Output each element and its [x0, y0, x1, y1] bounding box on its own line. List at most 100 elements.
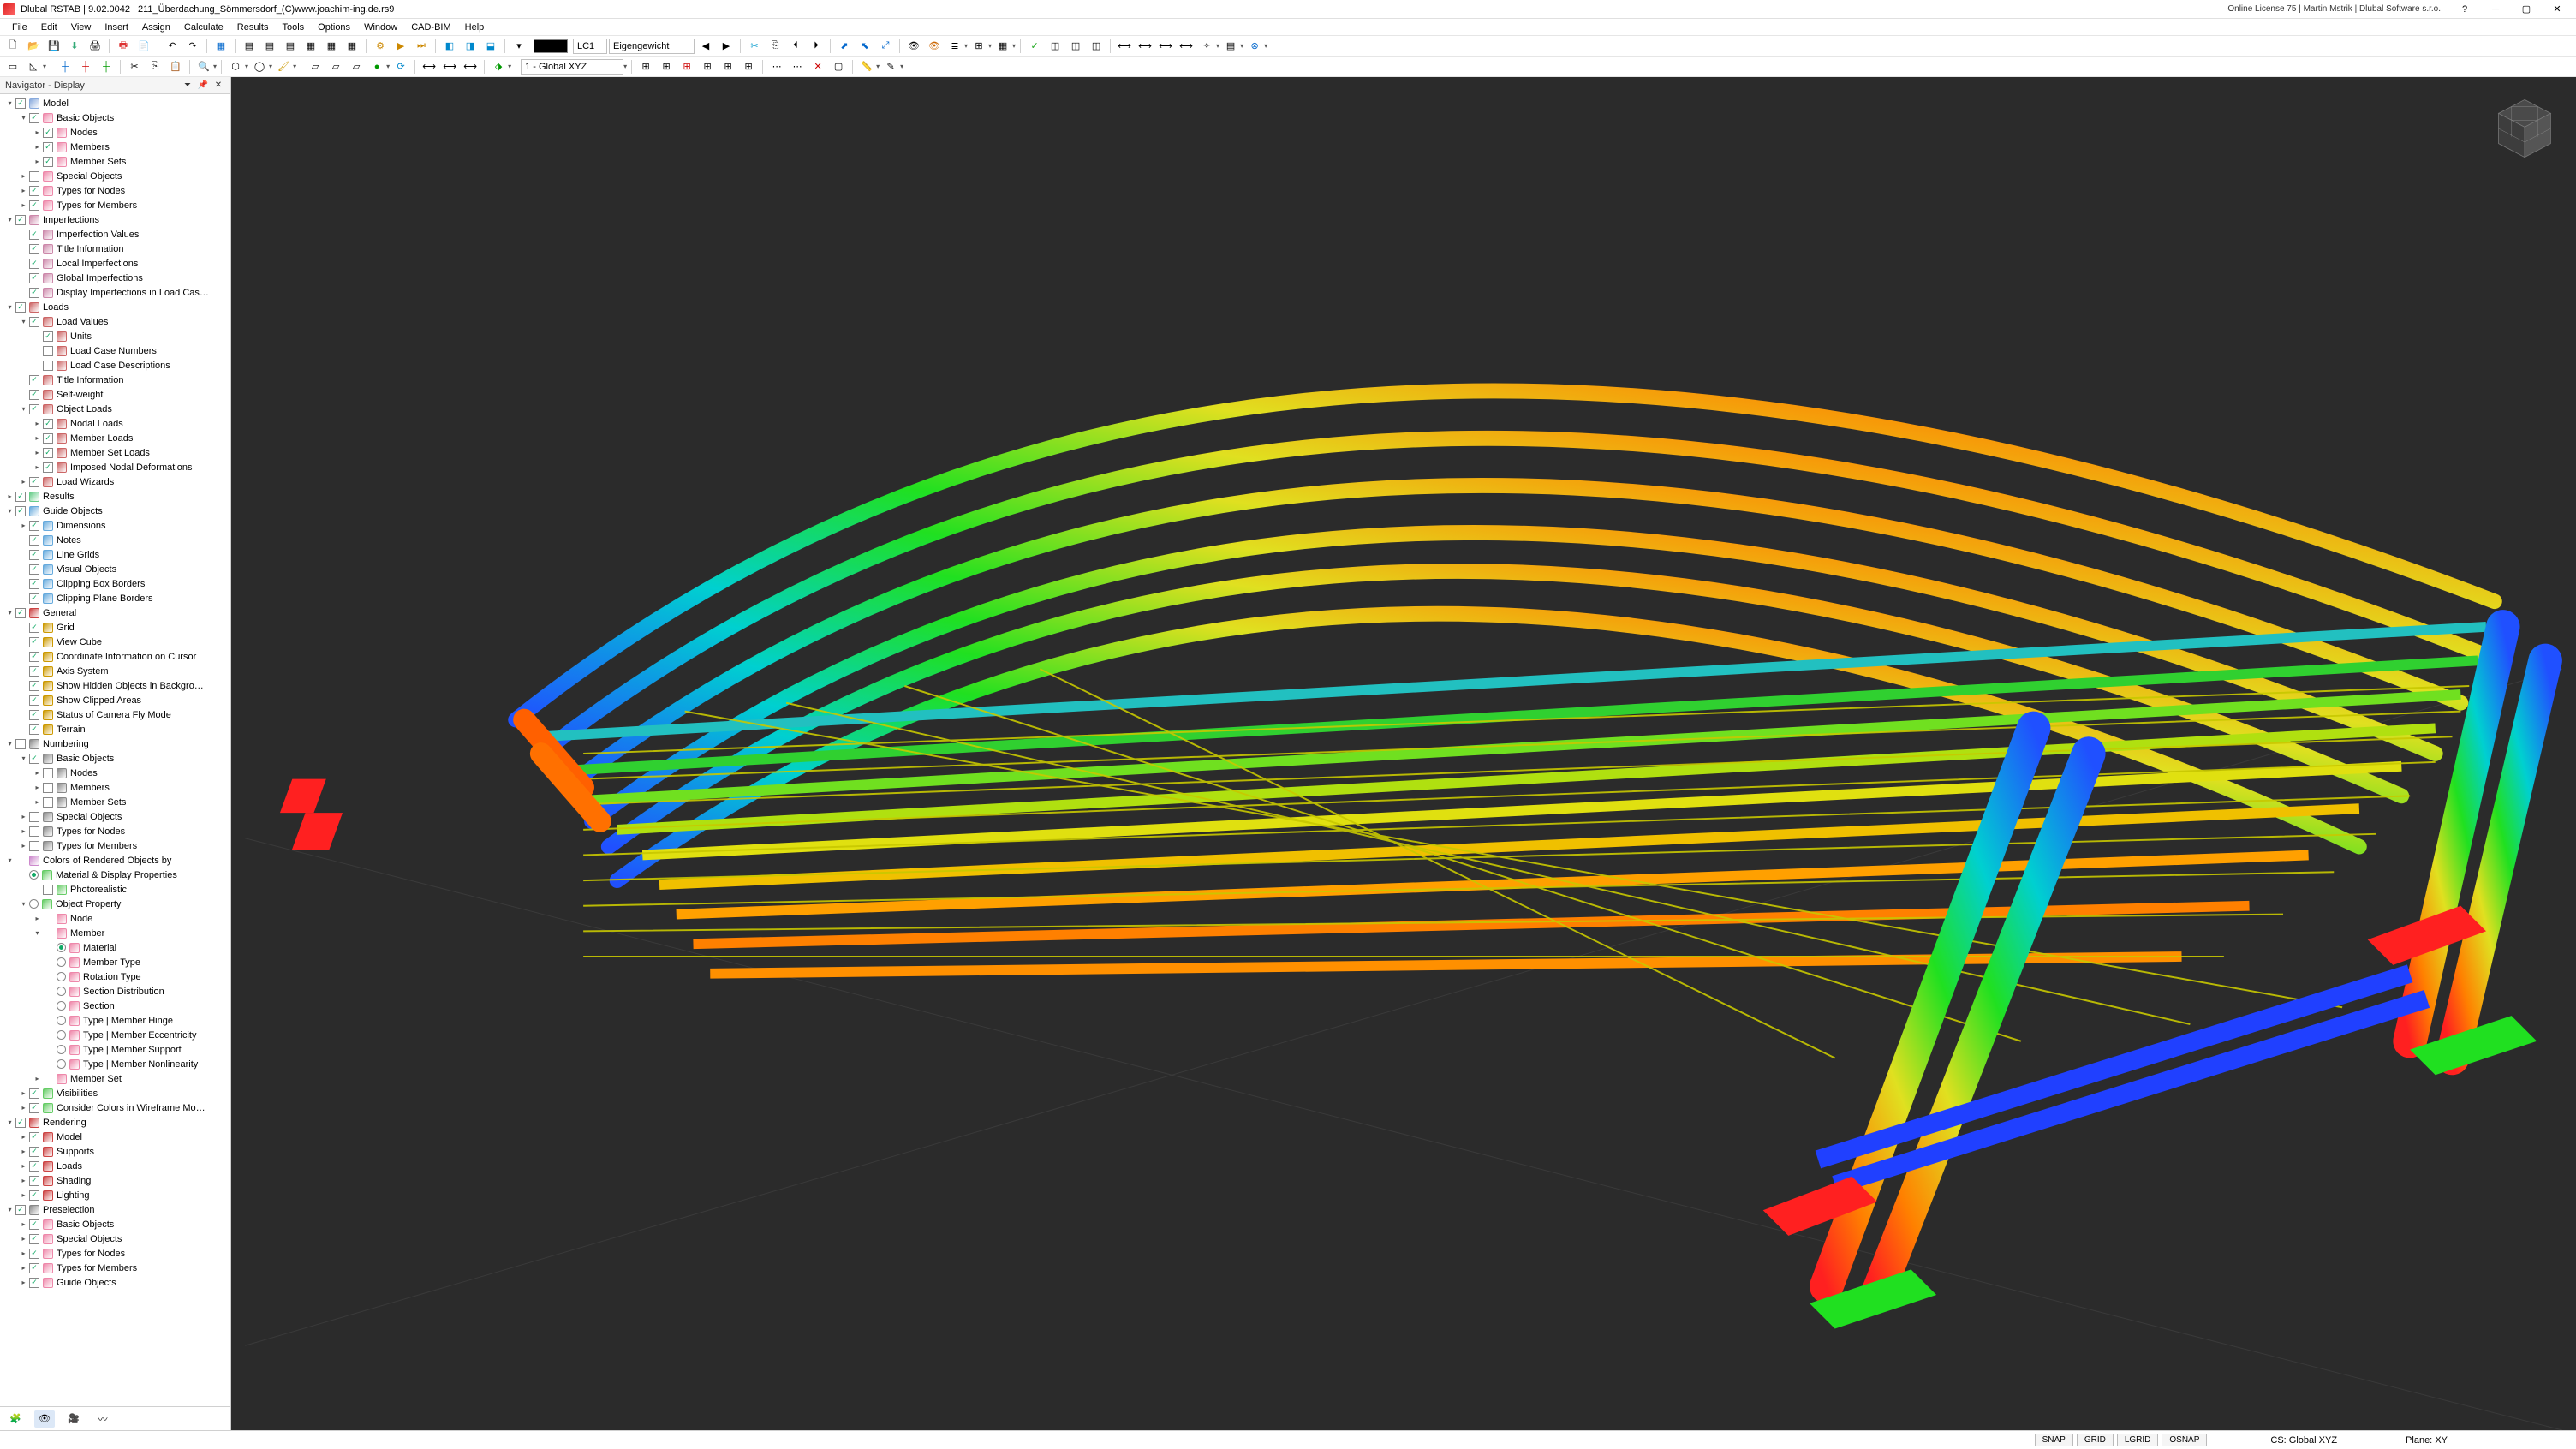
redo-button[interactable]: ↷ [183, 38, 202, 55]
expand-icon[interactable]: ▸ [19, 1147, 28, 1156]
menu-window[interactable]: Window [357, 19, 404, 35]
menu-edit[interactable]: Edit [34, 19, 64, 35]
tree-item[interactable]: ▾Numbering [0, 736, 230, 751]
radio[interactable] [57, 943, 66, 952]
checkbox[interactable] [29, 1234, 39, 1244]
tb1-dim-4[interactable]: ⟷ [1177, 38, 1196, 55]
checkbox[interactable] [29, 1103, 39, 1113]
tree-item[interactable]: ▾Colors of Rendered Objects by [0, 853, 230, 868]
tb2-plane-3[interactable]: ▱ [347, 58, 366, 75]
expand-icon[interactable]: ▸ [33, 914, 42, 923]
tb1-misc-4[interactable]: ⏵ [807, 38, 826, 55]
checkbox[interactable] [29, 710, 39, 720]
expand-icon[interactable]: ▸ [19, 1278, 28, 1287]
tb2-dim-b[interactable]: ⟷ [440, 58, 459, 75]
navigator-dropdown-button[interactable]: ⏷ [181, 79, 194, 92]
nav-tab-data[interactable]: 🧩 [5, 1410, 26, 1428]
nav-tab-views[interactable]: 🎥 [63, 1410, 84, 1428]
checkbox[interactable] [29, 550, 39, 560]
checkbox[interactable] [15, 1205, 26, 1215]
tb2-dim-c[interactable]: ⟷ [461, 58, 480, 75]
tree-item[interactable]: Coordinate Information on Cursor [0, 649, 230, 664]
expand-icon[interactable]: ▸ [19, 812, 28, 821]
tree-item[interactable]: ▸Types for Nodes [0, 183, 230, 198]
expand-icon[interactable]: ▸ [19, 200, 28, 210]
tb2-pencil[interactable]: ✎ [881, 58, 900, 75]
navigator-close-button[interactable]: ✕ [212, 79, 225, 92]
checkbox[interactable] [29, 375, 39, 385]
tb1-box-2[interactable]: ◫ [1066, 38, 1085, 55]
tree-item[interactable]: ▸Member Loads [0, 431, 230, 445]
tb2-axis-2[interactable]: ┼ [76, 58, 95, 75]
tree-item[interactable]: Imperfection Values [0, 227, 230, 242]
tb2-rot[interactable]: ⟳ [391, 58, 410, 75]
tree-item[interactable]: ▸Nodes [0, 766, 230, 780]
checkbox[interactable] [29, 564, 39, 575]
checkbox[interactable] [43, 433, 53, 444]
tree-item[interactable]: ▸Nodes [0, 125, 230, 140]
bg-color-button[interactable]: ▾ [510, 38, 528, 55]
tree-item[interactable]: Axis System [0, 664, 230, 678]
menu-help[interactable]: Help [458, 19, 492, 35]
results-view-1[interactable]: ◧ [440, 38, 459, 55]
checkbox[interactable] [29, 754, 39, 764]
expand-icon[interactable]: ▸ [19, 1176, 28, 1185]
checkbox[interactable] [29, 579, 39, 589]
collapse-icon[interactable]: ▾ [5, 215, 15, 224]
tb1-misc-3[interactable]: ⏴ [786, 38, 805, 55]
tb1-tables-1[interactable]: ▤ [240, 38, 259, 55]
tb1-dim-2[interactable]: ⟷ [1136, 38, 1154, 55]
checkbox[interactable] [29, 273, 39, 283]
tb1-btn-a[interactable]: ▦ [212, 38, 230, 55]
next-load-case-button[interactable]: ▶ [717, 38, 736, 55]
menu-results[interactable]: Results [230, 19, 276, 35]
tree-item[interactable]: ▸Special Objects [0, 1231, 230, 1246]
tb1-tables-3[interactable]: ▤ [281, 38, 300, 55]
tree-item[interactable]: Visual Objects [0, 562, 230, 576]
new-file-button[interactable]: 🗋 [3, 38, 22, 55]
checkbox[interactable] [43, 419, 53, 429]
window-close-button[interactable]: ✕ [2542, 0, 2573, 19]
checkbox[interactable] [29, 666, 39, 677]
tree-item[interactable]: Photorealistic [0, 882, 230, 897]
radio[interactable] [57, 987, 66, 996]
collapse-icon[interactable]: ▾ [19, 113, 28, 122]
tree-item[interactable]: ▸Member Set [0, 1071, 230, 1086]
menu-options[interactable]: Options [311, 19, 357, 35]
export-button[interactable]: ⬇ [65, 38, 84, 55]
tree-item[interactable]: ▸Nodal Loads [0, 416, 230, 431]
tree-item[interactable]: Grid [0, 620, 230, 635]
tb1-dim-1[interactable]: ⟷ [1115, 38, 1134, 55]
expand-icon[interactable]: ▸ [33, 1074, 42, 1083]
results-view-3[interactable]: ⬓ [481, 38, 500, 55]
tb1-box-1[interactable]: ◫ [1046, 38, 1064, 55]
tree-item[interactable]: View Cube [0, 635, 230, 649]
coordinate-system-dropdown[interactable] [521, 59, 623, 75]
checkbox[interactable] [15, 492, 26, 502]
tree-item[interactable]: ▾Basic Objects [0, 751, 230, 766]
tree-item[interactable]: ▾Model [0, 96, 230, 110]
checkbox[interactable] [29, 1176, 39, 1186]
checkbox[interactable] [29, 593, 39, 604]
tb2-sym[interactable]: ⬗ [489, 58, 508, 75]
checkbox[interactable] [29, 826, 39, 837]
tree-item[interactable]: ▾Rendering [0, 1115, 230, 1130]
checkbox[interactable] [29, 1278, 39, 1288]
expand-icon[interactable]: ▸ [19, 826, 28, 836]
checkbox[interactable] [29, 637, 39, 647]
calculate-button[interactable]: ⚙ [371, 38, 390, 55]
status-osnap-toggle[interactable]: OSNAP [2162, 1434, 2207, 1446]
tree-item[interactable]: ▾Guide Objects [0, 504, 230, 518]
checkbox[interactable] [43, 885, 53, 895]
checkbox[interactable] [29, 623, 39, 633]
tb2-grp-2[interactable]: ⊞ [657, 58, 676, 75]
menu-calculate[interactable]: Calculate [177, 19, 230, 35]
collapse-icon[interactable]: ▾ [19, 754, 28, 763]
collapse-icon[interactable]: ▾ [5, 506, 15, 516]
tree-item[interactable]: ▸Special Objects [0, 169, 230, 183]
expand-icon[interactable]: ▸ [33, 419, 42, 428]
expand-icon[interactable]: ▸ [19, 186, 28, 195]
tb1-check-1[interactable]: ✓ [1025, 38, 1044, 55]
tree-item[interactable]: Material & Display Properties [0, 868, 230, 882]
tb2-dim-a[interactable]: ⟷ [420, 58, 438, 75]
